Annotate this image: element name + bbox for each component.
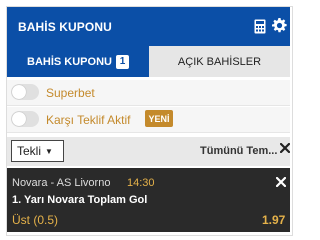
bet-time: 14:30: [127, 177, 155, 189]
superbet-toggle[interactable]: [11, 84, 39, 100]
bet-slip: BAHİS KUPONU BAHİS KUPONU 1 AÇIK BAHİSLE…: [0, 0, 299, 240]
bet-type-dropdown[interactable]: Tekli ▼: [11, 140, 64, 162]
bet-slip-title: BAHİS KUPONU: [18, 20, 112, 34]
toggle-knob: [12, 85, 26, 99]
bet-item: Novara - AS Livorno 14:30 1. Yarı Novara…: [7, 168, 290, 232]
tab-open-bets[interactable]: AÇIK BAHİSLER: [149, 46, 290, 77]
tab-bet-slip-count-badge: 1: [115, 54, 129, 69]
bet-type-value: Tekli: [17, 144, 42, 158]
tab-bet-slip-label: BAHİS KUPONU: [27, 55, 112, 68]
caret-down-icon: ▼: [45, 146, 53, 156]
remove-bet-icon[interactable]: [276, 177, 286, 187]
gear-icon[interactable]: [272, 18, 287, 33]
bet-slip-tabs: BAHİS KUPONU 1 AÇIK BAHİSLER: [7, 46, 290, 77]
calculator-icon[interactable]: [254, 19, 266, 34]
tab-bet-slip[interactable]: BAHİS KUPONU 1: [7, 46, 149, 77]
clear-all-button[interactable]: Tümünü Tem...: [200, 145, 277, 157]
tab-open-bets-label: AÇIK BAHİSLER: [177, 55, 262, 68]
close-icon[interactable]: [280, 143, 290, 153]
bet-match: Novara - AS Livorno: [12, 177, 111, 189]
bet-selection: Üst (0.5): [12, 213, 59, 227]
counter-offer-label: Karşı Teklif Aktif: [46, 113, 131, 127]
bet-odd: 1.97: [262, 213, 286, 227]
counter-offer-toggle[interactable]: [11, 111, 39, 127]
superbet-option: Superbet: [7, 80, 290, 106]
bet-slip-header: BAHİS KUPONU: [7, 7, 290, 46]
counter-offer-option: Karşı Teklif Aktif YENİ: [7, 107, 290, 133]
bet-type-bar: Tekli ▼ Tümünü Tem...: [7, 137, 290, 166]
toggle-knob: [12, 112, 26, 126]
new-badge: YENİ: [145, 110, 173, 127]
superbet-label: Superbet: [46, 86, 95, 100]
bet-market: 1. Yarı Novara Toplam Gol: [12, 194, 148, 206]
